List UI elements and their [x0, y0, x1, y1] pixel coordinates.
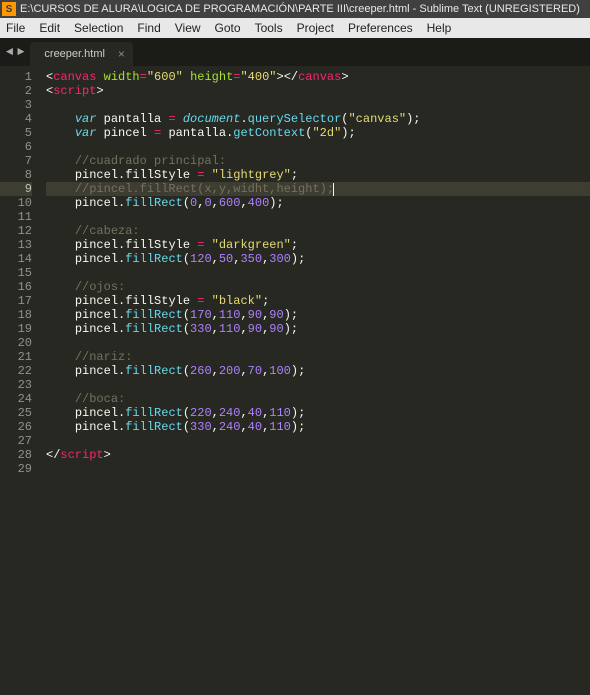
window-titlebar: S E:\CURSOS DE ALURA\LOGICA DE PROGRAMAC…	[0, 0, 590, 18]
code-line[interactable]: //boca:	[46, 392, 590, 406]
code-line[interactable]: pincel.fillStyle = "darkgreen";	[46, 238, 590, 252]
code-line[interactable]: pincel.fillRect(260,200,70,100);	[46, 364, 590, 378]
menu-selection[interactable]: Selection	[74, 21, 123, 35]
code-line[interactable]	[46, 336, 590, 350]
line-number: 21	[0, 350, 32, 364]
line-number: 28	[0, 448, 32, 462]
line-number: 22	[0, 364, 32, 378]
code-line[interactable]: <canvas width="600" height="400"></canva…	[46, 70, 590, 84]
code-line[interactable]	[46, 378, 590, 392]
tab-bar: ◄ ► creeper.html ×	[0, 38, 590, 66]
code-line[interactable]: var pantalla = document.querySelector("c…	[46, 112, 590, 126]
nav-forward-icon[interactable]: ►	[17, 45, 24, 59]
line-number: 15	[0, 266, 32, 280]
menubar: File Edit Selection Find View Goto Tools…	[0, 18, 590, 38]
app-icon: S	[2, 2, 16, 16]
window-title: E:\CURSOS DE ALURA\LOGICA DE PROGRAMACIÓ…	[20, 3, 580, 15]
code-line[interactable]: pincel.fillRect(330,240,40,110);	[46, 420, 590, 434]
code-line[interactable]	[46, 98, 590, 112]
code-line[interactable]: pincel.fillRect(0,0,600,400);	[46, 196, 590, 210]
code-line[interactable]: //cabeza:	[46, 224, 590, 238]
code-line[interactable]: //cuadrado principal:	[46, 154, 590, 168]
line-number: 16	[0, 280, 32, 294]
code-line[interactable]: //nariz:	[46, 350, 590, 364]
code-line[interactable]: pincel.fillStyle = "lightgrey";	[46, 168, 590, 182]
menu-goto[interactable]: Goto	[215, 21, 241, 35]
line-number: 20	[0, 336, 32, 350]
line-number: 2	[0, 84, 32, 98]
editor[interactable]: 1234567891011121314151617181920212223242…	[0, 66, 590, 695]
close-icon[interactable]: ×	[118, 47, 125, 61]
code-line[interactable]: var pincel = pantalla.getContext("2d");	[46, 126, 590, 140]
code-line[interactable]: pincel.fillRect(170,110,90,90);	[46, 308, 590, 322]
code-line[interactable]: pincel.fillRect(120,50,350,300);	[46, 252, 590, 266]
line-number: 8	[0, 168, 32, 182]
code-area[interactable]: <canvas width="600" height="400"></canva…	[40, 66, 590, 695]
line-number: 11	[0, 210, 32, 224]
line-number: 19	[0, 322, 32, 336]
tab-label: creeper.html	[44, 48, 105, 60]
code-line[interactable]	[46, 266, 590, 280]
code-line[interactable]: </script>	[46, 448, 590, 462]
line-number: 13	[0, 238, 32, 252]
line-number: 5	[0, 126, 32, 140]
line-number: 1	[0, 70, 32, 84]
line-number: 26	[0, 420, 32, 434]
line-number: 9	[0, 182, 32, 196]
line-number: 24	[0, 392, 32, 406]
line-number: 10	[0, 196, 32, 210]
code-line[interactable]	[46, 434, 590, 448]
line-number: 23	[0, 378, 32, 392]
code-line[interactable]: //pincel.fillRect(x,y,widht,height);	[46, 182, 590, 196]
line-number: 14	[0, 252, 32, 266]
menu-tools[interactable]: Tools	[255, 21, 283, 35]
code-line[interactable]	[46, 462, 590, 476]
code-line[interactable]: pincel.fillStyle = "black";	[46, 294, 590, 308]
line-number: 18	[0, 308, 32, 322]
code-line[interactable]	[46, 210, 590, 224]
tab-creeper[interactable]: creeper.html ×	[30, 42, 133, 66]
line-number: 4	[0, 112, 32, 126]
line-number: 6	[0, 140, 32, 154]
code-line[interactable]: <script>	[46, 84, 590, 98]
line-number: 3	[0, 98, 32, 112]
line-number: 12	[0, 224, 32, 238]
code-line[interactable]: //ojos:	[46, 280, 590, 294]
menu-edit[interactable]: Edit	[39, 21, 60, 35]
menu-help[interactable]: Help	[427, 21, 452, 35]
line-number: 29	[0, 462, 32, 476]
menu-file[interactable]: File	[6, 21, 25, 35]
line-number: 25	[0, 406, 32, 420]
line-number: 17	[0, 294, 32, 308]
nav-back-icon[interactable]: ◄	[6, 45, 13, 59]
line-number: 27	[0, 434, 32, 448]
code-line[interactable]: pincel.fillRect(220,240,40,110);	[46, 406, 590, 420]
code-line[interactable]: pincel.fillRect(330,110,90,90);	[46, 322, 590, 336]
menu-preferences[interactable]: Preferences	[348, 21, 413, 35]
menu-project[interactable]: Project	[297, 21, 334, 35]
line-number: 7	[0, 154, 32, 168]
code-line[interactable]	[46, 140, 590, 154]
menu-find[interactable]: Find	[137, 21, 160, 35]
line-gutter: 1234567891011121314151617181920212223242…	[0, 66, 40, 695]
menu-view[interactable]: View	[175, 21, 201, 35]
